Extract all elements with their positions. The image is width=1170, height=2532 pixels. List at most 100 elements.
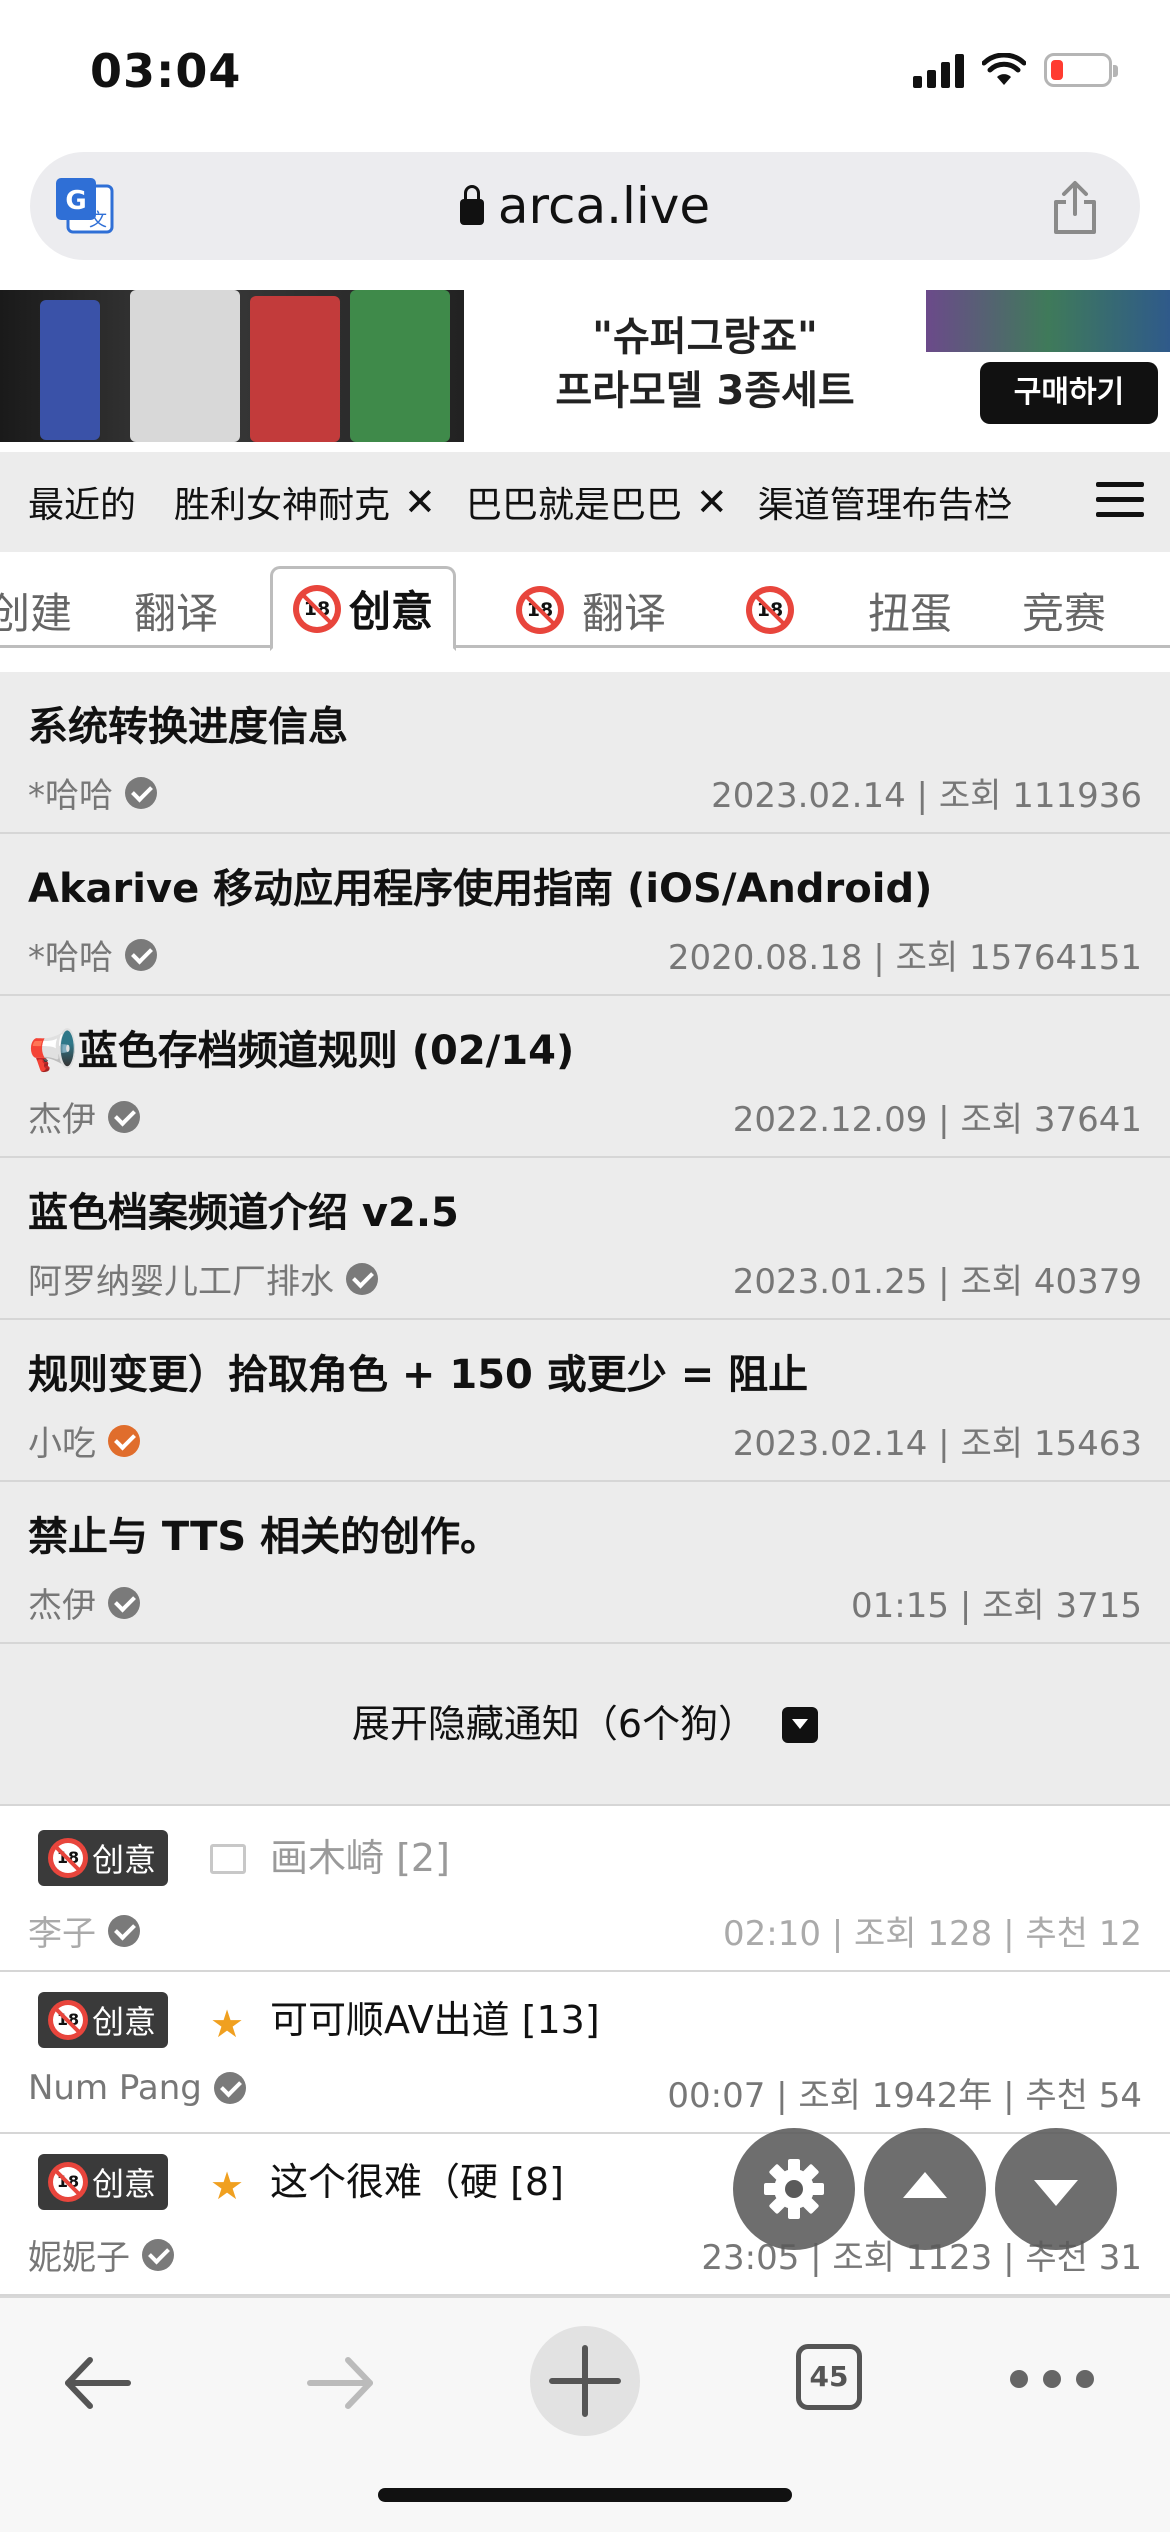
notice-row[interactable]: 蓝色档案频道介绍 v2.5 阿罗纳婴儿工厂排水 2023.01.25 | 조회 … xyxy=(0,1158,1170,1320)
close-icon[interactable]: ✕ xyxy=(404,480,436,524)
tab-gacha[interactable]: 扭蛋 xyxy=(868,572,952,648)
recent-chip[interactable]: 渠道管理布告栏 › xyxy=(758,476,1014,528)
adult-18-icon: 18 xyxy=(48,2000,88,2040)
notice-author: 杰伊 xyxy=(28,1578,140,1627)
wifi-icon xyxy=(982,53,1026,85)
star-icon: ★ xyxy=(210,2002,245,2046)
banner-line-2: 프라모델 3종세트 xyxy=(555,368,855,414)
notice-meta: 2023.02.14 | 조회 111936 xyxy=(711,776,1142,816)
notice-row[interactable]: 规则变更）拾取角色 + 150 或更少 = 阻止 小吃 2023.02.14 |… xyxy=(0,1320,1170,1482)
new-tab-button[interactable] xyxy=(530,2326,640,2436)
address-bar[interactable]: G 文 arca.live xyxy=(30,152,1140,260)
scroll-top-button[interactable] xyxy=(864,2128,986,2250)
recent-chip-label: 渠道管理布告栏 xyxy=(757,485,1010,526)
post-title[interactable]: 可可顺AV出道 [13] xyxy=(270,1992,600,2048)
tab-label: 翻译 xyxy=(134,588,219,638)
tab-create[interactable]: 创建 xyxy=(0,572,72,648)
banner-robot-image xyxy=(0,290,464,442)
verified-icon xyxy=(125,938,157,971)
verified-icon xyxy=(142,2238,174,2271)
post-list: 18创意 画木崎 [2] 李子 02:10 | 조회 128 | 추천 12 1… xyxy=(0,1810,1170,2296)
cellular-signal-icon xyxy=(913,52,964,88)
back-arrow-icon[interactable] xyxy=(58,2338,138,2428)
notice-author: *哈哈 xyxy=(28,768,157,817)
recent-channels-bar: 最近的 胜利女神耐克 ✕ 巴巴就是巴巴 ✕ 渠道管理布告栏 › xyxy=(0,452,1170,552)
notice-author: 小吃 xyxy=(28,1416,140,1465)
notice-list: 系统转换进度信息 *哈哈 2023.02.14 | 조회 111936 Akar… xyxy=(0,672,1170,1806)
verified-icon xyxy=(108,1586,140,1619)
notice-author: 杰伊 xyxy=(28,1092,140,1141)
post-author: 李子 xyxy=(28,1906,140,1955)
scroll-bottom-button[interactable] xyxy=(995,2128,1117,2250)
notice-meta: 2022.12.09 | 조회 37641 xyxy=(732,1100,1142,1140)
menu-icon[interactable] xyxy=(1096,482,1144,520)
expand-hidden-notices-button[interactable]: 展开隐藏通知（6个狗） xyxy=(0,1644,1170,1806)
recent-label: 最近的 xyxy=(28,485,137,526)
verified-icon xyxy=(108,1914,140,1947)
buy-button[interactable]: 구매하기 xyxy=(980,362,1158,424)
lock-icon xyxy=(459,185,484,225)
notice-title[interactable]: Akarive 移动应用程序使用指南 (iOS/Android) xyxy=(28,856,932,914)
more-icon[interactable] xyxy=(1010,2370,1094,2390)
post-author: Num Pang xyxy=(28,2068,246,2108)
tab-label: 扭蛋 xyxy=(868,588,953,638)
settings-button[interactable] xyxy=(733,2128,855,2250)
post-title[interactable]: 画木崎 [2] xyxy=(270,1830,450,1886)
notice-author: *哈哈 xyxy=(28,930,157,979)
adult-18-icon: 18 xyxy=(516,586,564,634)
notice-title[interactable]: 系统转换进度信息 xyxy=(28,694,348,752)
notice-title[interactable]: 蓝色档案频道介绍 v2.5 xyxy=(28,1180,459,1238)
post-title[interactable]: 这个很难（硬 [8] xyxy=(270,2154,564,2210)
recent-chip[interactable]: 胜利女神耐克 ✕ xyxy=(174,476,436,528)
notice-row[interactable]: 禁止与 TTS 相关的创作。 杰伊 01:15 | 조회 3715 xyxy=(0,1482,1170,1644)
notice-meta: 2023.02.14 | 조회 15463 xyxy=(732,1424,1142,1464)
post-row[interactable]: 18创意 ★ 可可顺AV出道 [13] Num Pang 00:07 | 조회 … xyxy=(0,1972,1170,2134)
adult-18-icon: 18 xyxy=(293,584,341,633)
verified-icon xyxy=(108,1424,140,1457)
post-meta: 02:10 | 조회 128 | 추천 12 xyxy=(722,1914,1142,1954)
banner-title: "슈퍼그랑죠" 프라모델 3종세트 xyxy=(470,310,940,418)
banner-box-art-image xyxy=(926,290,1170,352)
tab-contest[interactable]: 竞赛 xyxy=(1022,572,1106,648)
arrow-down-icon xyxy=(1034,2180,1078,2206)
tab-creative-18[interactable]: 18 创意 xyxy=(270,566,457,651)
recent-chip-label: 胜利女神耐克 xyxy=(174,485,391,526)
post-row[interactable]: 18创意 画木崎 [2] 李子 02:10 | 조회 128 | 추천 12 xyxy=(0,1810,1170,1972)
notice-row[interactable]: 📢蓝色存档频道规则 (02/14) 杰伊 2022.12.09 | 조회 376… xyxy=(0,996,1170,1158)
notice-title[interactable]: 禁止与 TTS 相关的创作。 xyxy=(28,1504,500,1562)
status-icons xyxy=(913,52,1118,88)
url-display[interactable]: arca.live xyxy=(30,152,1140,260)
category-badge: 18创意 xyxy=(38,1830,169,1886)
plus-icon xyxy=(549,2345,621,2417)
close-icon[interactable]: ✕ xyxy=(696,480,728,524)
tab-translate[interactable]: 翻译 xyxy=(134,572,218,648)
star-icon: ★ xyxy=(210,2164,245,2208)
notice-title[interactable]: 📢蓝色存档频道规则 (02/14) xyxy=(28,1018,574,1076)
recent-chip-label: 巴巴就是巴巴 xyxy=(465,485,682,526)
home-indicator xyxy=(378,2488,792,2502)
notice-row[interactable]: 系统转换进度信息 *哈哈 2023.02.14 | 조회 111936 xyxy=(0,672,1170,834)
verified-icon xyxy=(125,776,157,809)
category-badge: 18创意 xyxy=(38,1992,169,2048)
tabs-button[interactable]: 45 xyxy=(796,2344,862,2410)
notice-meta: 2020.08.18 | 조회 15764151 xyxy=(667,938,1142,978)
adult-18-icon: 18 xyxy=(48,1838,88,1878)
tab-translate-18[interactable]: 18 翻译 xyxy=(516,572,666,648)
share-icon[interactable] xyxy=(1050,180,1100,236)
chevron-right-icon[interactable]: › xyxy=(1000,482,1014,522)
url-text: arca.live xyxy=(497,177,711,235)
tab-label: 翻译 xyxy=(582,588,667,638)
recent-chip[interactable]: 巴巴就是巴巴 ✕ xyxy=(466,476,728,528)
banner-line-1: "슈퍼그랑죠" xyxy=(592,314,818,360)
ad-banner[interactable]: "슈퍼그랑죠" 프라모델 3종세트 구매하기 xyxy=(0,290,1170,442)
notice-title[interactable]: 规则变更）拾取角色 + 150 或更少 = 阻止 xyxy=(28,1342,808,1400)
arrow-up-icon xyxy=(903,2172,947,2198)
notice-row[interactable]: Akarive 移动应用程序使用指南 (iOS/Android) *哈哈 202… xyxy=(0,834,1170,996)
post-author: 妮妮子 xyxy=(28,2230,174,2279)
status-bar: 03:04 xyxy=(0,0,1170,150)
post-row[interactable]: 18创意 ★ 这个很难（硬 [8] 妮妮子 23:05 | 조회 1123 | … xyxy=(0,2134,1170,2296)
forward-arrow-icon[interactable] xyxy=(300,2338,380,2428)
tab-18[interactable]: 18 xyxy=(746,572,802,648)
notice-meta: 2023.01.25 | 조회 40379 xyxy=(732,1262,1142,1302)
notice-author: 阿罗纳婴儿工厂排水 xyxy=(28,1254,378,1303)
